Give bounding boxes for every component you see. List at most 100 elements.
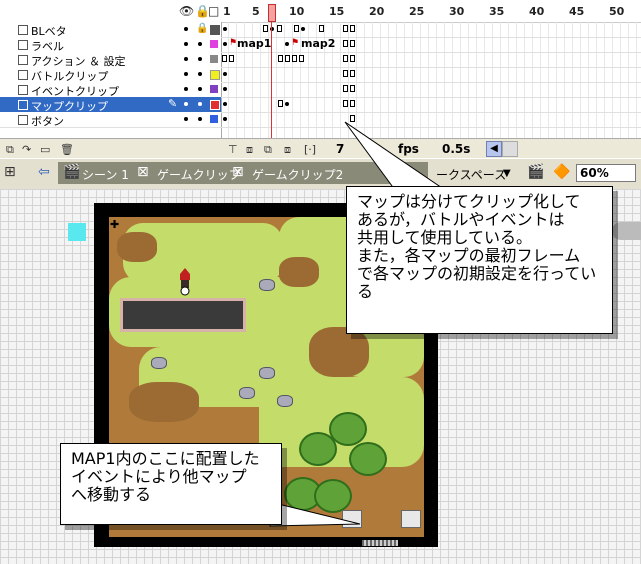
zoom-input[interactable]: 60% (576, 164, 636, 182)
crumb-gameclip2[interactable]: ゲームクリップ2 (252, 166, 343, 183)
playhead[interactable] (268, 4, 276, 22)
edit-symbol-icon[interactable]: 🔶 (553, 164, 570, 180)
keyframe-empty[interactable] (343, 25, 348, 32)
keyframe[interactable] (285, 102, 289, 106)
layer-row[interactable]: ボタン (0, 112, 221, 128)
lock-dot[interactable] (198, 102, 202, 106)
trash-icon[interactable]: 🗑 (60, 143, 74, 156)
keyframe-empty[interactable] (278, 100, 283, 107)
lock-dot[interactable] (198, 42, 202, 46)
visibility-dot[interactable] (184, 87, 188, 91)
keyframe-empty[interactable] (343, 85, 348, 92)
add-folder-icon[interactable]: ▭ (40, 143, 50, 156)
keyframe-empty[interactable] (294, 25, 299, 32)
frame-ruler[interactable]: 1 5 10 15 20 25 30 35 40 45 50 (221, 0, 641, 22)
visibility-dot[interactable] (184, 57, 188, 61)
lock-dot[interactable] (198, 57, 202, 61)
chevron-down-icon: ▼ (503, 168, 511, 179)
offstage-object[interactable] (612, 222, 641, 240)
visibility-dot[interactable] (184, 72, 188, 76)
dirt-patch (129, 382, 199, 422)
keyframe-empty[interactable] (263, 25, 268, 32)
keyframe-empty[interactable] (229, 55, 234, 62)
layer-row[interactable]: ラベル (0, 37, 221, 53)
crumb-gameclip[interactable]: ゲームクリップ (157, 166, 241, 183)
ruler-number: 1 (223, 5, 231, 18)
visibility-dot[interactable] (184, 102, 188, 106)
rock (239, 387, 255, 399)
callout-line: MAP1内のここに配置した (71, 449, 260, 468)
keyframe[interactable] (285, 42, 289, 46)
keyframe[interactable] (223, 42, 227, 46)
message-window[interactable] (120, 298, 246, 332)
center-frame-icon[interactable]: ⊤ (228, 143, 238, 156)
outline-icon[interactable]: □ (208, 4, 219, 18)
keyframe[interactable] (223, 72, 227, 76)
keyframe[interactable] (301, 27, 305, 31)
keyframe[interactable] (223, 87, 227, 91)
keyframe-empty[interactable] (343, 100, 348, 107)
keyframe-empty[interactable] (343, 40, 348, 47)
layer-color-swatch[interactable] (210, 100, 220, 110)
keyframe-empty[interactable] (343, 70, 348, 77)
keyframe-empty[interactable] (285, 55, 290, 62)
layer-icon (18, 115, 28, 125)
back-arrow-icon[interactable]: ⇦ (38, 164, 50, 180)
pencil-icon: ✎ (168, 97, 178, 110)
keyframe-empty[interactable] (350, 25, 355, 32)
onion-skin-icon[interactable]: ⧈ (246, 143, 253, 157)
layer-row[interactable]: バトルクリップ (0, 67, 221, 83)
keyframe-empty[interactable] (350, 85, 355, 92)
layer-color-swatch[interactable] (210, 115, 218, 123)
keyframe-empty[interactable] (343, 55, 348, 62)
scrollbar-track[interactable] (502, 141, 518, 157)
lock-dot[interactable] (198, 72, 202, 76)
keyframe-empty[interactable] (292, 55, 297, 62)
layer-row[interactable]: イベントクリップ (0, 82, 221, 98)
keyframe-empty[interactable] (350, 70, 355, 77)
scene-crumb[interactable]: シーン 1 (82, 166, 129, 183)
visibility-dot[interactable] (184, 27, 188, 31)
layer-color-swatch[interactable] (210, 85, 218, 93)
layer-row[interactable]: BLベタ 🔒 (0, 22, 221, 38)
add-guide-icon[interactable]: ↷ (22, 143, 31, 156)
clip-registration-marker[interactable] (68, 223, 86, 241)
movieclip-icon: ⊠ (232, 164, 244, 180)
keyframe-empty[interactable] (277, 25, 282, 32)
player-character[interactable] (178, 268, 192, 296)
add-layer-icon[interactable]: ⧉ (6, 143, 14, 157)
keyframe[interactable] (223, 117, 227, 121)
keyframe-empty[interactable] (350, 100, 355, 107)
map-exit-tile[interactable] (401, 510, 421, 528)
visibility-dot[interactable] (184, 42, 188, 46)
layer-color-swatch[interactable] (210, 40, 218, 48)
lock-dot[interactable] (198, 87, 202, 91)
layer-name: ボタン (31, 115, 64, 128)
callout-pointer (344, 121, 447, 191)
edit-scene-icon[interactable]: 🎬 (527, 164, 544, 180)
layer-row[interactable]: アクション ＆ 設定 (0, 52, 221, 68)
lock-icon[interactable]: 🔒 (196, 23, 208, 34)
eye-icon[interactable]: 👁 (179, 4, 194, 18)
keyframe-empty[interactable] (222, 55, 227, 62)
onion-markers-icon[interactable]: [·] (304, 143, 316, 156)
keyframe-empty[interactable] (278, 55, 283, 62)
layer-color-swatch[interactable] (210, 25, 220, 35)
scroll-left-button[interactable]: ◀ (486, 141, 502, 157)
layer-color-swatch[interactable] (210, 70, 220, 80)
timeline-toggle-icon[interactable]: ⊞ (4, 164, 16, 180)
ruler-number: 35 (489, 5, 505, 18)
layer-icon (18, 55, 28, 65)
keyframe-empty[interactable] (299, 55, 304, 62)
edit-multiple-icon[interactable]: ⧈ (284, 143, 291, 157)
visibility-dot[interactable] (184, 117, 188, 121)
lock-dot[interactable] (198, 117, 202, 121)
onion-outline-icon[interactable]: ⧉ (264, 143, 272, 157)
layer-color-swatch[interactable] (210, 55, 218, 63)
keyframe-empty[interactable] (319, 25, 324, 32)
keyframe[interactable] (223, 102, 227, 106)
keyframe-empty[interactable] (350, 40, 355, 47)
keyframe-empty[interactable] (350, 55, 355, 62)
layer-row-selected[interactable]: マップクリップ ✎ (0, 97, 221, 113)
keyframe[interactable] (223, 27, 227, 31)
